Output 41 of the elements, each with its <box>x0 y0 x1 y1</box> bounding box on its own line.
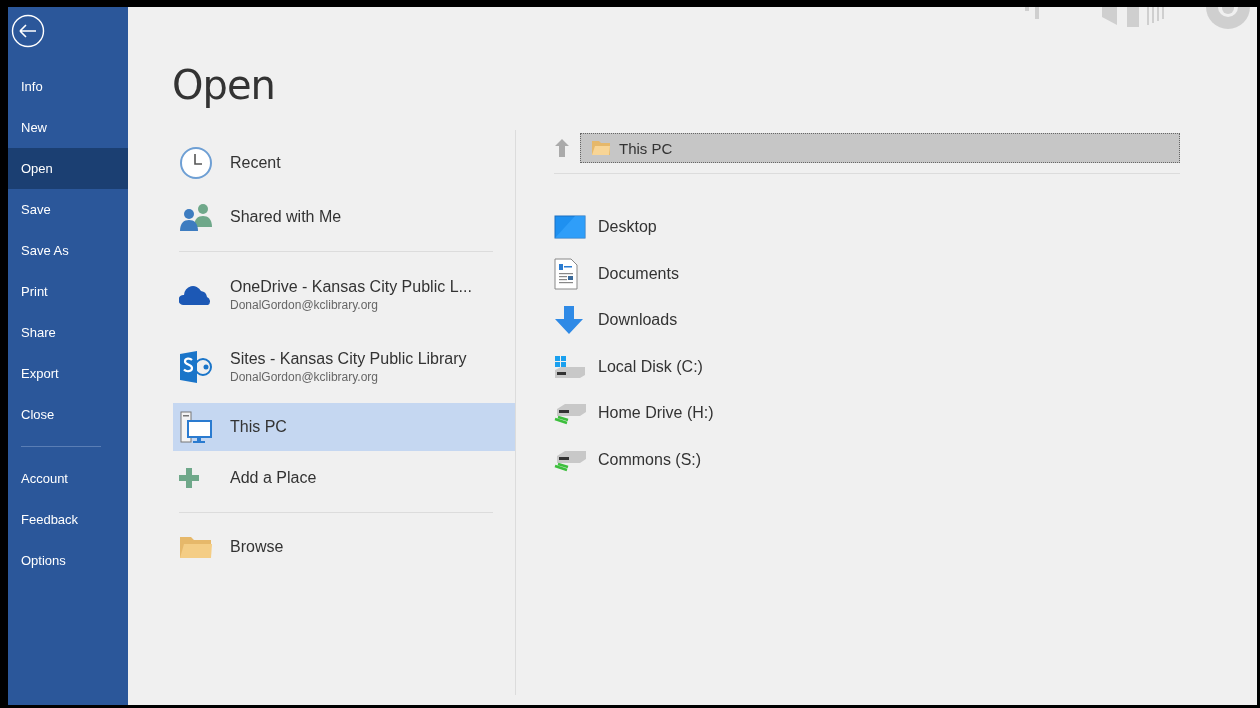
cloud-icon <box>179 283 213 307</box>
network-drive-icon <box>554 401 588 426</box>
nav-item[interactable]: Export <box>8 353 128 394</box>
folder-item[interactable]: Local Disk (C:) <box>554 343 854 390</box>
folder-item[interactable]: Downloads <box>554 297 854 344</box>
place-item[interactable]: Sites - Kansas City Public Library DonalGordon@kclibrary.org <box>173 331 515 403</box>
nav-item[interactable]: Open <box>8 148 128 189</box>
plus-icon <box>179 468 199 488</box>
nav-item[interactable]: Info <box>8 66 128 107</box>
nav-item[interactable]: Feedback <box>8 499 128 540</box>
place-item[interactable]: This PC <box>173 403 515 451</box>
nav-item[interactable]: Close <box>8 394 128 435</box>
path-bar[interactable]: This PC <box>580 133 1180 163</box>
folder-item[interactable]: Desktop <box>554 204 854 251</box>
document-icon <box>554 257 578 290</box>
clock-icon <box>179 146 213 180</box>
nav-item[interactable]: New <box>8 107 128 148</box>
place-item[interactable]: Shared with Me <box>173 190 515 244</box>
sharepoint-icon <box>179 350 213 384</box>
computer-icon <box>179 410 213 444</box>
place-item[interactable]: Browse <box>173 520 515 574</box>
nav-item[interactable]: Options <box>8 540 128 581</box>
path-text: This PC <box>619 139 673 157</box>
people-icon <box>179 203 213 231</box>
nav-item[interactable]: Share <box>8 312 128 353</box>
folder-item[interactable]: Home Drive (H:) <box>554 390 854 437</box>
page-title: Open <box>171 61 275 110</box>
nav-item[interactable]: Save <box>8 189 128 230</box>
folder-icon <box>179 534 213 560</box>
nav-item[interactable]: Print <box>8 271 128 312</box>
place-item[interactable]: Add a Place <box>173 451 515 505</box>
place-item[interactable]: OneDrive - Kansas City Public L... DonalGordon@kclibrary.org <box>173 259 515 331</box>
folder-item[interactable]: Commons (S:) <box>554 436 854 483</box>
folder-icon <box>591 140 611 156</box>
nav-item[interactable]: Save As <box>8 230 128 271</box>
place-item[interactable]: Recent <box>173 136 515 190</box>
nav-item[interactable]: Account <box>8 458 128 499</box>
desktop-icon <box>554 215 586 240</box>
disk-drive-icon <box>554 354 586 379</box>
down-arrow-icon <box>554 305 584 336</box>
folder-item[interactable]: Documents <box>554 250 854 297</box>
